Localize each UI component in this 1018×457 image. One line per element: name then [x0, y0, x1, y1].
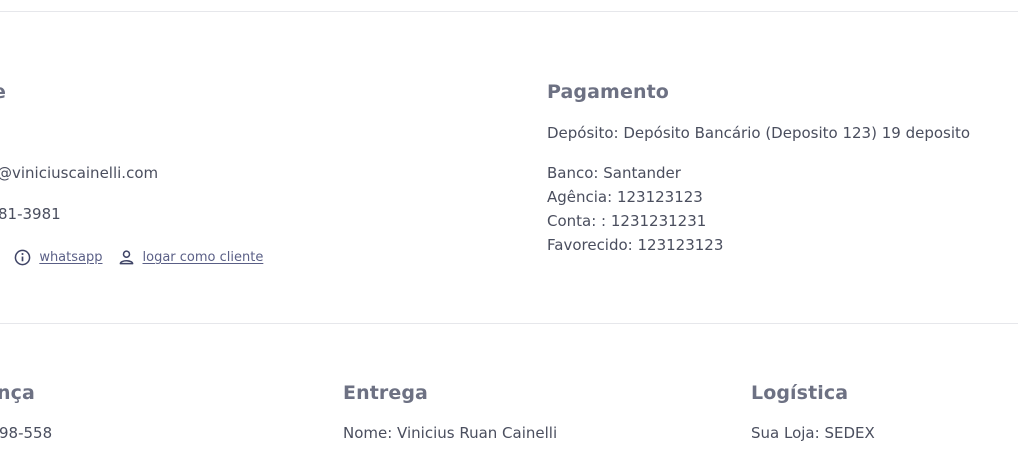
customer-email: @viniciuscainelli.com: [0, 164, 159, 182]
top-divider: [0, 11, 1018, 12]
section-divider: [0, 323, 1018, 324]
bank-agency: Agência: 123123123: [547, 188, 703, 206]
logistics-heading: Logística: [751, 382, 849, 404]
bank-name: Banco: Santander: [547, 164, 681, 182]
customer-phone: 81-3981: [0, 205, 61, 223]
billing-value: 98-558: [0, 424, 53, 442]
bank-details: Banco: Santander Agência: 123123123 Cont…: [547, 161, 723, 257]
whatsapp-link[interactable]: whatsapp: [39, 250, 102, 265]
bank-account: Conta: : 1231231231: [547, 212, 707, 230]
customer-actions: ar whatsapp logar como cliente: [0, 249, 263, 266]
logistics-store: Sua Loja: SEDEX: [751, 424, 875, 442]
payment-heading: Pagamento: [547, 81, 669, 103]
login-as-customer-link[interactable]: logar como cliente: [143, 250, 264, 265]
customer-heading: e: [0, 81, 6, 103]
info-icon: [14, 249, 31, 266]
order-details-page: e @viniciuscainelli.com 81-3981 ar whats…: [0, 0, 1018, 457]
bank-favored: Favorecido: 123123123: [547, 236, 724, 254]
billing-heading: nça: [0, 382, 35, 404]
user-icon: [119, 250, 133, 265]
payment-method: Depósito: Depósito Bancário (Deposito 12…: [547, 124, 971, 142]
delivery-heading: Entrega: [343, 382, 428, 404]
delivery-name: Nome: Vinicius Ruan Cainelli: [343, 424, 558, 442]
